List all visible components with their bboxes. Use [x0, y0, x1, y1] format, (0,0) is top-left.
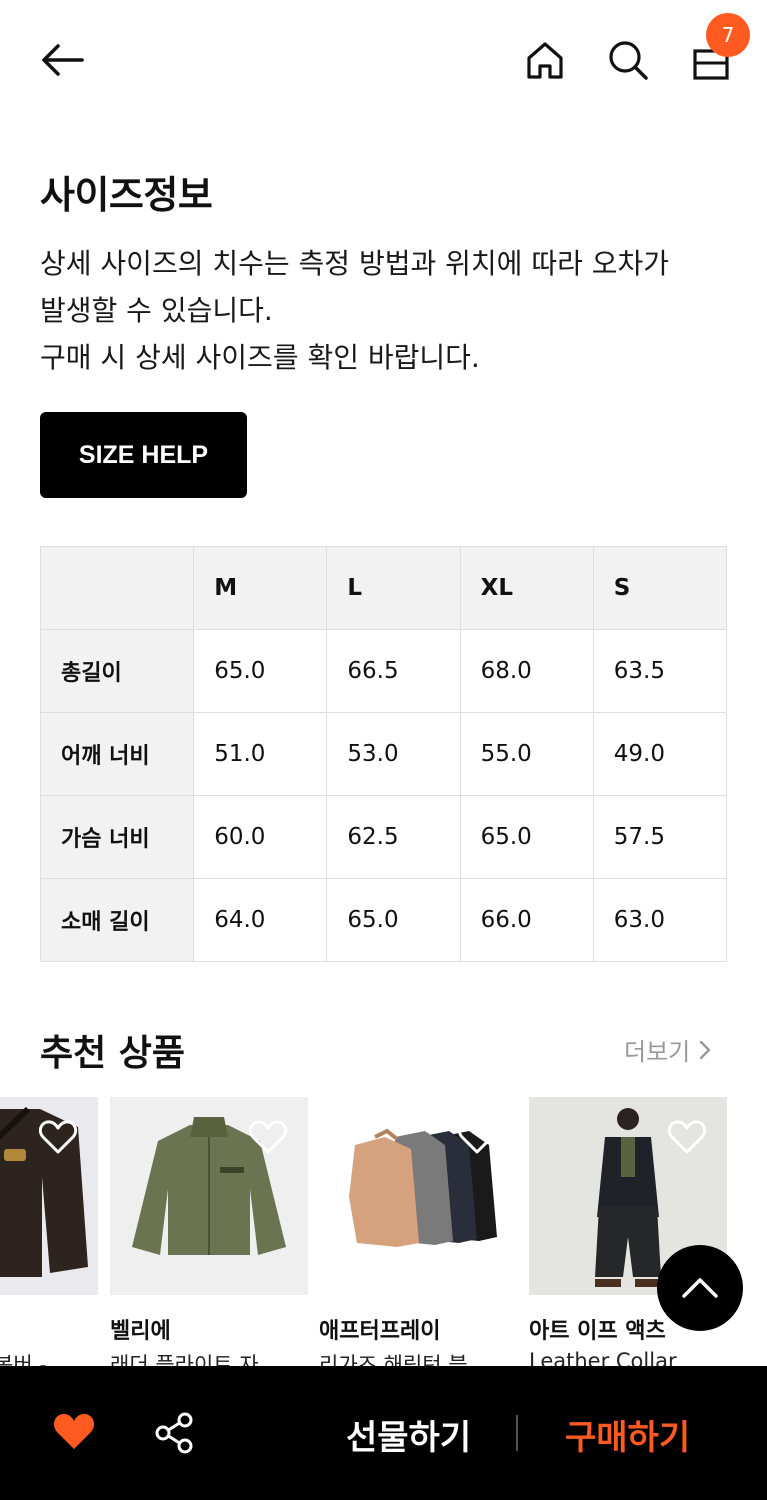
- table-cell: 63.0: [592, 878, 728, 962]
- product-name: Leather Collar: [529, 1349, 677, 1367]
- description-line: 구매 시 상세 사이즈를 확인 바랍니다.: [40, 341, 480, 374]
- size-info-description: 상세 사이즈의 치수는 측정 방법과 위치에 따라 오차가 발생할 수 있습니다…: [40, 240, 730, 381]
- chevron-up-icon: [682, 1278, 718, 1298]
- scroll-top-button[interactable]: [657, 1245, 743, 1331]
- column-header: XL: [459, 546, 594, 630]
- table-cell: 49.0: [592, 712, 728, 796]
- back-button[interactable]: [36, 38, 88, 82]
- table-cell: 62.5: [326, 795, 461, 879]
- row-label: 소매 길이: [39, 878, 195, 962]
- table-row: 가슴 너비 60.0 62.5 65.0 57.5: [39, 795, 728, 879]
- table-cell: 66.0: [459, 878, 594, 962]
- table-cell: 64.0: [193, 878, 328, 962]
- table-cell: 55.0: [459, 712, 594, 796]
- size-table: M L XL S 총길이 65.0 66.5 68.0 63.5 어깨 너비 5…: [39, 546, 728, 962]
- table-cell: 60.0: [193, 795, 328, 879]
- product-card[interactable]: 봄버 -: [0, 1097, 98, 1367]
- product-image: [319, 1097, 517, 1295]
- buy-button[interactable]: 구매하기: [565, 1410, 690, 1459]
- product-card[interactable]: 벨리에 래더 플라이트 자: [110, 1097, 308, 1367]
- heart-outline-icon: [667, 1120, 707, 1154]
- product-card[interactable]: 애프터프레이 리가즈 해링턴 블: [319, 1097, 517, 1367]
- table-cell: 63.5: [592, 629, 728, 713]
- table-header-row: M L XL S: [39, 546, 728, 630]
- table-cell: 57.5: [592, 795, 728, 879]
- product-brand: 아트 이프 액츠: [529, 1319, 666, 1344]
- share-icon: [155, 1412, 193, 1454]
- table-corner-cell: [39, 546, 195, 630]
- product-image: [110, 1097, 308, 1295]
- table-cell: 65.0: [326, 878, 461, 962]
- product-name: 봄버 -: [0, 1353, 47, 1367]
- table-row: 총길이 65.0 66.5 68.0 63.5: [39, 629, 728, 713]
- product-brand: 애프터프레이: [319, 1319, 441, 1344]
- row-label: 가슴 너비: [39, 795, 195, 879]
- chevron-right-icon: [700, 1040, 711, 1059]
- recommend-title: 추천 상품: [40, 1033, 186, 1074]
- table-cell: 53.0: [326, 712, 461, 796]
- table-cell: 65.0: [459, 795, 594, 879]
- share-button[interactable]: [154, 1412, 196, 1454]
- more-link[interactable]: 더보기: [624, 1032, 712, 1067]
- table-cell: 51.0: [193, 712, 328, 796]
- home-icon: [527, 42, 563, 79]
- top-nav: 7: [0, 0, 767, 120]
- table-row: 소매 길이 64.0 65.0 66.0 63.0: [39, 878, 728, 962]
- table-cell: 65.0: [193, 629, 328, 713]
- table-cell: 66.5: [326, 629, 461, 713]
- product-name: 래더 플라이트 자: [110, 1353, 259, 1367]
- product-brand: 벨리에: [110, 1319, 171, 1344]
- gift-button[interactable]: 선물하기: [346, 1410, 471, 1459]
- size-help-button[interactable]: SIZE HELP: [40, 412, 247, 498]
- column-header: M: [193, 546, 328, 630]
- heart-outline-icon: [38, 1120, 78, 1154]
- like-button[interactable]: [52, 1412, 96, 1452]
- column-header: S: [592, 546, 728, 630]
- description-line: 발생할 수 있습니다.: [40, 294, 273, 327]
- arrow-left-icon: [42, 44, 84, 76]
- cart-count-badge: 7: [706, 13, 750, 57]
- column-header: L: [326, 546, 461, 630]
- search-icon: [609, 41, 648, 80]
- size-info-title: 사이즈정보: [40, 173, 213, 217]
- product-name: 리가즈 해링턴 블: [319, 1353, 468, 1367]
- heart-filled-icon: [53, 1413, 95, 1449]
- more-label: 더보기: [624, 1038, 691, 1066]
- product-image: [0, 1097, 98, 1295]
- bar-divider: [516, 1415, 518, 1451]
- table-row: 어깨 너비 51.0 53.0 55.0 49.0: [39, 712, 728, 796]
- home-button[interactable]: [520, 36, 570, 84]
- row-label: 어깨 너비: [39, 712, 195, 796]
- heart-outline-icon: [457, 1120, 497, 1154]
- description-line: 상세 사이즈의 치수는 측정 방법과 위치에 따라 오차가: [40, 247, 670, 280]
- recommend-carousel[interactable]: 봄버 - 벨리에 래더 플라이트 자 애프터프레이 리가즈 해링턴 블 아트 이…: [0, 1097, 767, 1367]
- search-button[interactable]: [603, 36, 653, 84]
- heart-outline-icon: [248, 1120, 288, 1154]
- table-cell: 68.0: [459, 629, 594, 713]
- row-label: 총길이: [39, 629, 195, 713]
